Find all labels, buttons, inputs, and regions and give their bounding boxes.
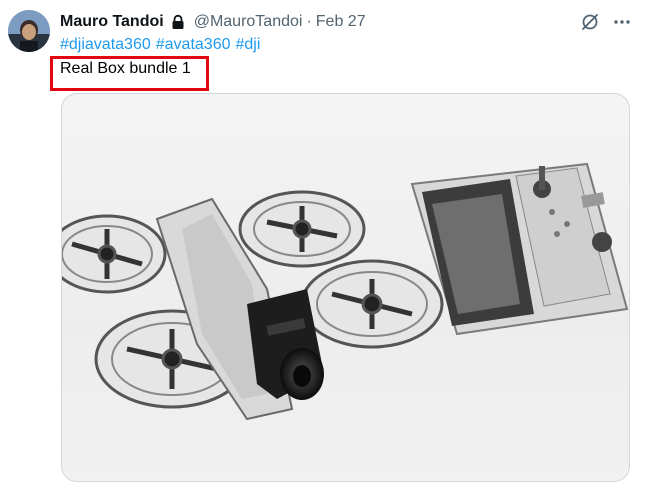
author-handle[interactable]: @MauroTandoi: [194, 13, 303, 31]
avatar-image: [8, 10, 50, 52]
separator-dot: ·: [306, 13, 312, 30]
tweet-header: Mauro Tandoi @MauroTandoi · Feb 27: [60, 11, 366, 33]
highlight-box: [50, 56, 209, 91]
more-icon[interactable]: [612, 12, 632, 32]
lock-icon: [170, 14, 186, 30]
media-image[interactable]: [61, 93, 630, 482]
grok-icon[interactable]: [580, 12, 600, 32]
hashtag-list: #djiavata360 #avata360 #dji: [60, 36, 260, 58]
remote-controller-icon: [410, 162, 629, 336]
hashtag-link[interactable]: #djiavata360: [60, 36, 151, 58]
hashtag-link[interactable]: #dji: [235, 36, 260, 58]
hashtag-link[interactable]: #avata360: [156, 36, 231, 58]
tweet-date[interactable]: Feb 27: [316, 13, 366, 31]
author-name[interactable]: Mauro Tandoi: [60, 13, 164, 31]
avatar[interactable]: [8, 10, 50, 52]
